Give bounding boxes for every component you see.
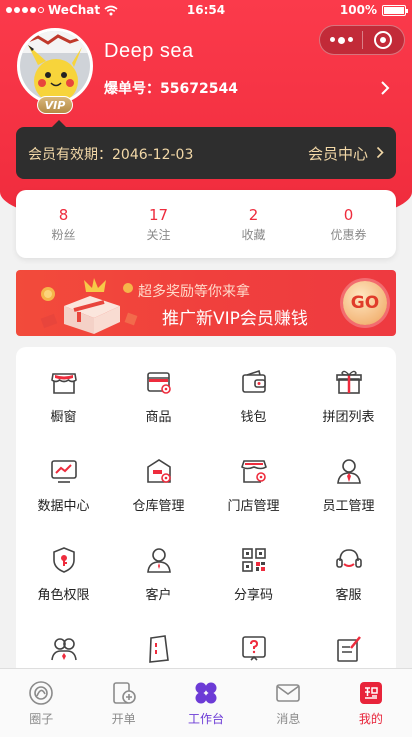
message-icon xyxy=(276,684,301,702)
username: Deep sea xyxy=(104,40,194,62)
function-grid: 橱窗 商品 钱包 拼团列表 数据中心 仓库管理 门店管理 员工管理 角色权限 客… xyxy=(16,347,396,677)
tab-label: 消息 xyxy=(276,712,301,726)
grid-item-share-code[interactable]: 分享码 xyxy=(206,545,301,634)
stat-fans[interactable]: 8 粉丝 xyxy=(16,190,111,258)
bottom-tab-bar: 圈子 开单 工作台 消息 我的 xyxy=(0,668,412,737)
function-grid-card: 橱窗 商品 钱包 拼团列表 数据中心 仓库管理 门店管理 员工管理 角色权限 客… xyxy=(16,347,396,677)
grid-item-customers[interactable]: 客户 xyxy=(111,545,206,634)
battery-percent: 100% xyxy=(339,3,377,17)
tab-label: 我的 xyxy=(358,712,383,726)
edit-icon xyxy=(336,636,361,662)
membership-bar[interactable]: 会员有效期：2046-12-03 会员中心 xyxy=(16,120,396,179)
stat-label: 粉丝 xyxy=(51,228,76,242)
grid-item-customer-service[interactable]: 客服 xyxy=(301,545,396,634)
tab-label: 工作台 xyxy=(188,712,225,726)
store-manage-icon xyxy=(240,460,267,483)
pikachu-avatar-icon xyxy=(20,31,90,101)
vip-badge: VIP xyxy=(37,96,73,114)
warehouse-icon xyxy=(146,459,171,483)
page: WeChat 16:54 100% VIP Deep sea 爆单号：55672… xyxy=(0,0,412,737)
mini-program-capsule xyxy=(319,25,405,55)
chevron-right-icon[interactable] xyxy=(380,80,390,96)
stat-label: 收藏 xyxy=(241,228,266,242)
grid-item-role-permission[interactable]: 角色权限 xyxy=(16,545,111,634)
customer-icon xyxy=(146,548,171,573)
banner-title: 推广新VIP会员赚钱 xyxy=(162,309,308,329)
grid-item-store-management[interactable]: 门店管理 xyxy=(206,456,301,545)
grid-item-employee-management[interactable]: 员工管理 xyxy=(301,456,396,545)
users-icon xyxy=(50,638,77,661)
grid-label: 橱窗 xyxy=(50,410,77,425)
chevron-right-icon xyxy=(376,146,384,159)
tab-circle[interactable]: 圈子 xyxy=(0,669,82,737)
stat-value: 17 xyxy=(148,206,169,224)
grid-label: 分享码 xyxy=(233,588,273,603)
stat-label: 关注 xyxy=(146,228,171,242)
storefront-icon xyxy=(50,373,77,394)
status-bar-right: 100% xyxy=(339,3,408,17)
grid-label: 商品 xyxy=(145,410,172,425)
grid-label: 客户 xyxy=(145,588,172,603)
circle-icon xyxy=(29,681,54,705)
tab-workbench[interactable]: 工作台 xyxy=(165,669,247,737)
chart-icon xyxy=(50,460,77,483)
help-icon xyxy=(241,636,266,661)
avatar[interactable] xyxy=(17,28,93,104)
membership-center-link[interactable]: 会员中心 xyxy=(308,143,368,164)
wallet-icon xyxy=(241,369,266,393)
grid-label: 拼团列表 xyxy=(322,410,375,425)
banner-subtitle: 超多奖励等你来拿 xyxy=(138,284,250,300)
workbench-icon xyxy=(195,682,217,704)
membership-expiry: 会员有效期：2046-12-03 xyxy=(28,147,194,163)
tab-mine[interactable]: 我的 xyxy=(330,669,412,737)
grid-label: 员工管理 xyxy=(322,499,375,514)
stat-following[interactable]: 17 关注 xyxy=(111,190,206,258)
grid-label: 客服 xyxy=(335,588,362,603)
tab-new-order[interactable]: 开单 xyxy=(82,669,164,737)
new-order-icon xyxy=(112,682,136,704)
status-bar: WeChat 16:54 100% xyxy=(0,0,412,22)
stat-value: 2 xyxy=(248,206,259,224)
grid-label: 数据中心 xyxy=(37,499,90,514)
grid-label: 钱包 xyxy=(240,410,267,425)
grid-item-products[interactable]: 商品 xyxy=(111,367,206,456)
grid-label: 仓库管理 xyxy=(132,499,185,514)
stat-value: 8 xyxy=(58,206,69,224)
shield-icon xyxy=(52,547,75,573)
order-number: 爆单号：55672544 xyxy=(104,81,238,97)
stat-label: 优惠券 xyxy=(330,228,367,242)
stats-card: 8 粉丝 17 关注 2 收藏 0 优惠券 xyxy=(16,190,396,258)
stat-value: 0 xyxy=(343,206,354,224)
tab-label: 开单 xyxy=(111,712,136,726)
grid-item-data-center[interactable]: 数据中心 xyxy=(16,456,111,545)
grid-label: 角色权限 xyxy=(37,588,90,603)
stat-favorites[interactable]: 2 收藏 xyxy=(206,190,301,258)
document-icon xyxy=(148,635,169,663)
gift-icon xyxy=(335,370,362,394)
mine-icon xyxy=(359,682,382,704)
promo-banner[interactable]: 超多奖励等你来拿 推广新VIP会员赚钱 GO xyxy=(16,270,396,336)
go-button[interactable]: GO xyxy=(343,281,387,325)
tab-messages[interactable]: 消息 xyxy=(247,669,329,737)
employee-icon xyxy=(336,459,361,484)
battery-icon xyxy=(382,4,408,16)
grid-label: 门店管理 xyxy=(227,499,280,514)
gift-box-art-icon xyxy=(40,278,138,334)
more-icon[interactable] xyxy=(320,36,362,44)
product-icon xyxy=(146,372,171,394)
qr-code-icon xyxy=(241,548,266,572)
stat-coupons[interactable]: 0 优惠券 xyxy=(301,190,396,258)
grid-item-showcase[interactable]: 橱窗 xyxy=(16,367,111,456)
close-icon[interactable] xyxy=(363,30,404,50)
grid-item-warehouse[interactable]: 仓库管理 xyxy=(111,456,206,545)
tab-label: 圈子 xyxy=(29,712,54,726)
grid-item-wallet[interactable]: 钱包 xyxy=(206,367,301,456)
headset-icon xyxy=(335,549,362,568)
grid-item-group-buy[interactable]: 拼团列表 xyxy=(301,367,396,456)
